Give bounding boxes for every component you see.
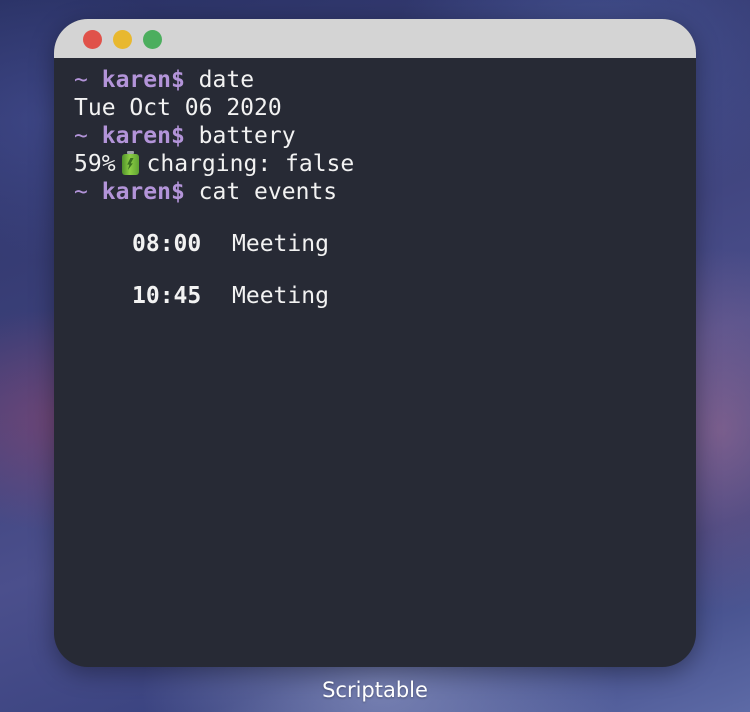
- event-item[interactable]: 08:00 Meeting: [74, 230, 676, 282]
- prompt-line: ~ karen$ battery: [74, 122, 676, 150]
- prompt-line: ~ karen$ cat events: [74, 178, 676, 206]
- prompt-tilde: ~: [74, 67, 88, 93]
- close-button[interactable]: [83, 30, 102, 49]
- output-line: Tue Oct 06 2020: [74, 94, 676, 122]
- event-title: Meeting: [232, 231, 329, 257]
- prompt-user: karen$: [101, 179, 185, 205]
- prompt-user: karen$: [101, 67, 185, 93]
- widget-app-label: Scriptable: [322, 678, 428, 702]
- event-title: Meeting: [232, 283, 329, 309]
- terminal-output: ~ karen$ date Tue Oct 06 2020 ~ karen$ b…: [74, 66, 676, 334]
- command-text: date: [198, 67, 255, 93]
- event-time: 08:00: [132, 231, 202, 257]
- prompt-user: karen$: [101, 123, 185, 149]
- events-list: 08:00 Meeting 10:45 Meeting: [74, 230, 676, 334]
- event-item[interactable]: 10:45 Meeting: [74, 282, 676, 334]
- title-bar: [54, 19, 696, 58]
- prompt-line: ~ karen$ date: [74, 66, 676, 94]
- terminal-widget[interactable]: ~ karen$ date Tue Oct 06 2020 ~ karen$ b…: [54, 19, 696, 667]
- zoom-button[interactable]: [143, 30, 162, 49]
- minimize-button[interactable]: [113, 30, 132, 49]
- battery-charging-icon: [121, 151, 139, 175]
- event-time: 10:45: [132, 283, 202, 309]
- battery-output-line: 59% charging: false: [74, 150, 676, 178]
- prompt-tilde: ~: [74, 123, 88, 149]
- charging-status: charging: false: [146, 151, 355, 177]
- date-output: Tue Oct 06 2020: [74, 95, 282, 121]
- prompt-tilde: ~: [74, 179, 88, 205]
- command-text: battery: [198, 123, 296, 149]
- battery-percent: 59%: [74, 151, 116, 177]
- command-text: cat events: [198, 179, 338, 205]
